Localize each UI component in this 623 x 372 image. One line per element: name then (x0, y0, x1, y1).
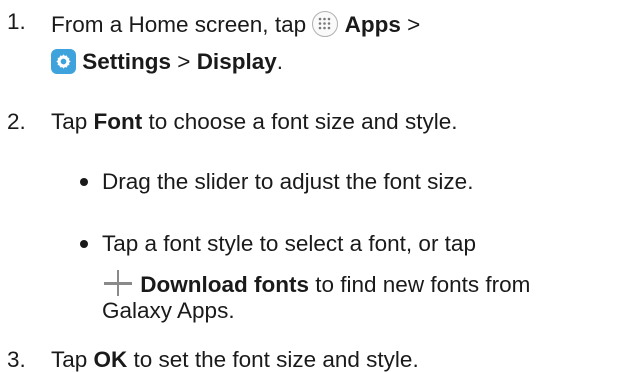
punctuation: . (276, 49, 283, 74)
bullet-2-line-2: Download fonts to find new fonts from (102, 270, 530, 297)
step-number: 2. (7, 109, 26, 134)
step-text: to find new fonts from (309, 272, 531, 297)
step-text: to choose a font size and style. (142, 109, 458, 134)
bullet-1: Drag the slider to adjust the font size. (102, 169, 474, 194)
apps-label: Apps (344, 12, 401, 37)
step-text: From a Home screen, tap (51, 12, 313, 37)
apps-grid-icon (312, 11, 339, 37)
step-number: 3. (7, 347, 26, 372)
step-3-line: Tap OK to set the font size and style. (51, 347, 419, 372)
display-label: Display (196, 49, 277, 74)
ok-label: OK (93, 347, 128, 372)
step-2-line: Tap Font to choose a font size and style… (51, 109, 458, 134)
step-number: 1. (7, 9, 26, 34)
separator: > (171, 49, 197, 74)
bullet-dot (80, 178, 88, 186)
font-label: Font (93, 109, 143, 134)
bullet-dot (80, 240, 88, 248)
download-fonts-label: Download fonts (140, 272, 309, 297)
gear-icon (51, 49, 76, 74)
bullet-2-line-3: Galaxy Apps. (102, 298, 235, 323)
settings-label: Settings (82, 49, 172, 74)
step-text: to set the font size and style. (127, 347, 419, 372)
separator: > (400, 12, 421, 37)
bullet-2-line-1: Tap a font style to select a font, or ta… (102, 231, 476, 256)
step-text: Tap (51, 347, 94, 372)
plus-icon (102, 270, 134, 296)
step-1-line-2: Settings > Display. (51, 49, 283, 74)
step-text: Tap (51, 109, 94, 134)
step-1-line-1: From a Home screen, tap Apps > (51, 11, 420, 37)
